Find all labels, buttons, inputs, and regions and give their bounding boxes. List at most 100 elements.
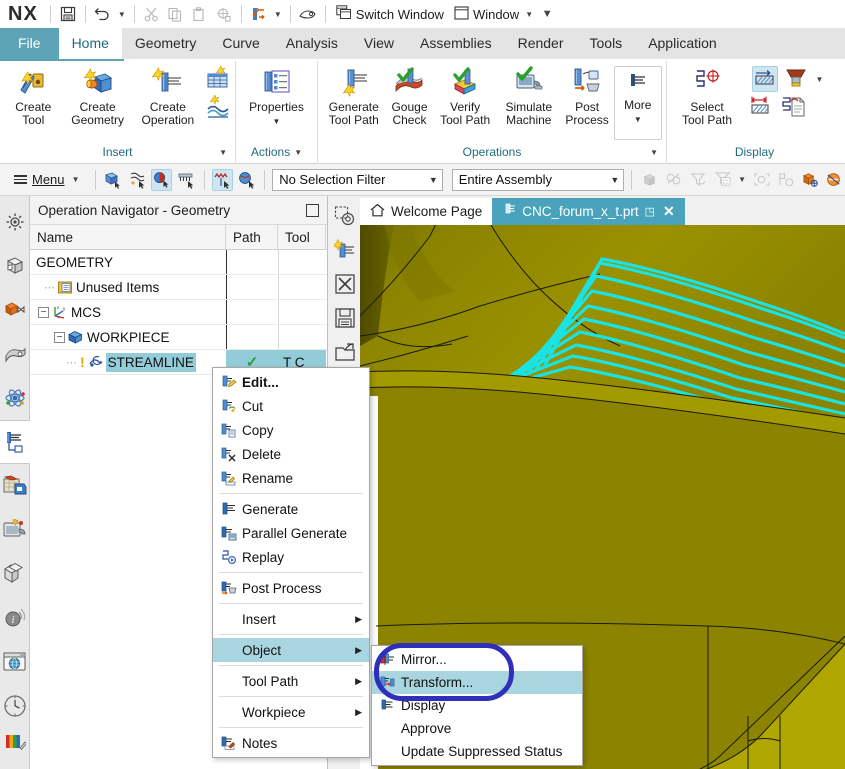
menu-button[interactable]: Menu ▼ [8, 172, 88, 187]
chevron-down-icon[interactable]: ▼ [421, 175, 438, 185]
context-item-insert[interactable]: Insert ▶ [213, 607, 369, 631]
display-tool-path-icon[interactable] [751, 66, 778, 92]
undo-icon[interactable] [92, 3, 114, 25]
resource-reuse-library[interactable] [1, 332, 29, 376]
context-item-delete[interactable]: Delete [213, 442, 369, 466]
resource-process-studio[interactable] [1, 684, 29, 728]
undo-dropdown-caret[interactable]: ▼ [116, 10, 128, 19]
ribbon-tab-assemblies[interactable]: Assemblies [407, 28, 505, 59]
select-component-icon[interactable] [175, 169, 196, 191]
show-all-icon[interactable] [799, 169, 820, 191]
submenu-item-transform[interactable]: Transform... [372, 671, 582, 694]
resource-constraint-navigator[interactable] [1, 244, 29, 288]
ribbon-tab-render[interactable]: Render [505, 28, 577, 59]
tool-path-report-icon[interactable] [780, 95, 806, 121]
select-object-icon[interactable] [236, 169, 257, 191]
ribbon-tab-analysis[interactable]: Analysis [273, 28, 351, 59]
context-item-notes[interactable]: Notes [213, 731, 369, 755]
resource-operation-navigator[interactable] [0, 420, 30, 464]
column-header-path[interactable]: Path [226, 225, 278, 250]
create-tool-button[interactable]: Create Tool [4, 64, 63, 127]
context-item-edit[interactable]: Edit... [213, 370, 369, 394]
selection-filter-combo[interactable]: No Selection Filter ▼ [272, 168, 443, 191]
create-geometry-button[interactable]: Create Geometry [63, 64, 133, 127]
ribbon-tab-view[interactable]: View [351, 28, 407, 59]
open-icon[interactable] [332, 338, 357, 366]
select-feature-icon[interactable] [103, 169, 124, 191]
tree-row-workpiece[interactable]: − WORKPIECE [30, 325, 327, 350]
resource-information[interactable]: i [1, 596, 29, 640]
properties-button[interactable]: Properties ▼ [241, 64, 313, 128]
maximize-icon[interactable] [306, 203, 319, 217]
select-tool-path-button[interactable]: Select Tool Path [671, 64, 743, 127]
resource-part-navigator[interactable] [1, 288, 29, 332]
tree-row-unused-items[interactable]: ⋯ Unused Items [30, 275, 327, 300]
ribbon-tab-application[interactable]: Application [635, 28, 730, 59]
actions-dialog-launcher[interactable]: ▼ [294, 144, 302, 161]
window-button[interactable]: Window ▼ [450, 5, 539, 23]
resource-web-browser[interactable] [1, 508, 29, 552]
create-operation-icon[interactable] [332, 236, 357, 264]
save-icon[interactable] [57, 3, 79, 25]
submenu-item-approve[interactable]: Approve [372, 717, 582, 740]
ribbon-tab-curve[interactable]: Curve [209, 28, 272, 59]
context-item-parallel-generate[interactable]: Parallel Generate [213, 521, 369, 545]
snap-point-icon[interactable] [211, 168, 233, 191]
tool-path-length-icon[interactable] [749, 95, 775, 121]
context-item-workpiece[interactable]: Workpiece ▶ [213, 700, 369, 724]
ribbon-tab-file[interactable]: File [0, 28, 59, 59]
context-item-tool-path[interactable]: Tool Path ▶ [213, 669, 369, 693]
pan-icon[interactable] [297, 3, 319, 25]
select-face-icon[interactable] [127, 169, 148, 191]
ribbon-tab-tools[interactable]: Tools [577, 28, 636, 59]
resource-machine-tool-navigator[interactable] [1, 464, 29, 508]
create-program-group-icon[interactable] [205, 65, 231, 92]
resource-hd3d-tools[interactable] [1, 376, 29, 420]
insert-dialog-launcher[interactable]: ▼ [219, 144, 227, 161]
tool-display-dropdown-caret[interactable]: ▼ [814, 75, 826, 84]
simulate-machine-button[interactable]: Simulate Machine [497, 64, 561, 127]
properties-dropdown-caret[interactable]: ▼ [273, 115, 281, 128]
submenu-item-update-suppressed-status[interactable]: Update Suppressed Status [372, 740, 582, 763]
column-header-tool[interactable]: Tool [278, 225, 326, 250]
tree-row-mcs[interactable]: − zyx MCS [30, 300, 327, 325]
save-icon[interactable] [332, 304, 357, 332]
resource-history-palette[interactable] [1, 552, 29, 596]
context-item-generate[interactable]: Generate [213, 497, 369, 521]
resource-system-materials[interactable] [1, 728, 29, 758]
operations-dialog-launcher[interactable]: ▼ [650, 144, 658, 161]
tab-cnc-forum-part[interactable]: CNC_forum_x_t.prt ◳ ✕ [492, 198, 685, 225]
move-dropdown-caret[interactable]: ▼ [272, 10, 284, 19]
create-method-group-icon[interactable] [205, 94, 231, 121]
verify-tool-path-button[interactable]: Verify Tool Path [433, 64, 497, 127]
context-item-post-process[interactable]: Post Process [213, 576, 369, 600]
tool-display-icon[interactable] [783, 66, 809, 92]
scope-combo[interactable]: Entire Assembly ▼ [451, 168, 625, 191]
submenu-item-display[interactable]: Display [372, 694, 582, 717]
context-item-copy[interactable]: Copy [213, 418, 369, 442]
create-operation-button[interactable]: Create Operation [133, 64, 203, 127]
post-process-button[interactable]: Post Process [561, 64, 614, 127]
tree-row-geometry[interactable]: GEOMETRY [30, 250, 327, 275]
context-item-replay[interactable]: Replay [213, 545, 369, 569]
more-dropdown-caret[interactable]: ▼ [634, 113, 642, 126]
select-body-icon[interactable] [151, 168, 173, 191]
ribbon-tab-geometry[interactable]: Geometry [122, 28, 209, 59]
qat-more-caret[interactable]: ▼ [541, 8, 553, 20]
column-header-name[interactable]: Name [30, 225, 226, 250]
tab-welcome-page[interactable]: Welcome Page [360, 198, 493, 225]
render-style-icon[interactable] [332, 202, 357, 230]
collapse-expander[interactable]: − [54, 331, 65, 343]
submenu-item-mirror[interactable]: Mirror... [372, 648, 582, 671]
collapse-expander[interactable]: − [38, 306, 49, 318]
chevron-down-icon[interactable]: ▼ [602, 175, 619, 185]
move-object-icon[interactable] [248, 3, 270, 25]
resource-assembly-navigator[interactable] [1, 200, 29, 244]
context-item-rename[interactable]: Rename [213, 466, 369, 490]
resource-internet-explorer[interactable] [1, 640, 29, 684]
window-dropdown-caret[interactable]: ▼ [523, 10, 535, 19]
hide-icon[interactable] [824, 169, 845, 191]
close-icon[interactable]: ✕ [663, 203, 675, 220]
ribbon-tab-home[interactable]: Home [58, 28, 122, 59]
switch-window-button[interactable]: Switch Window [332, 5, 448, 23]
